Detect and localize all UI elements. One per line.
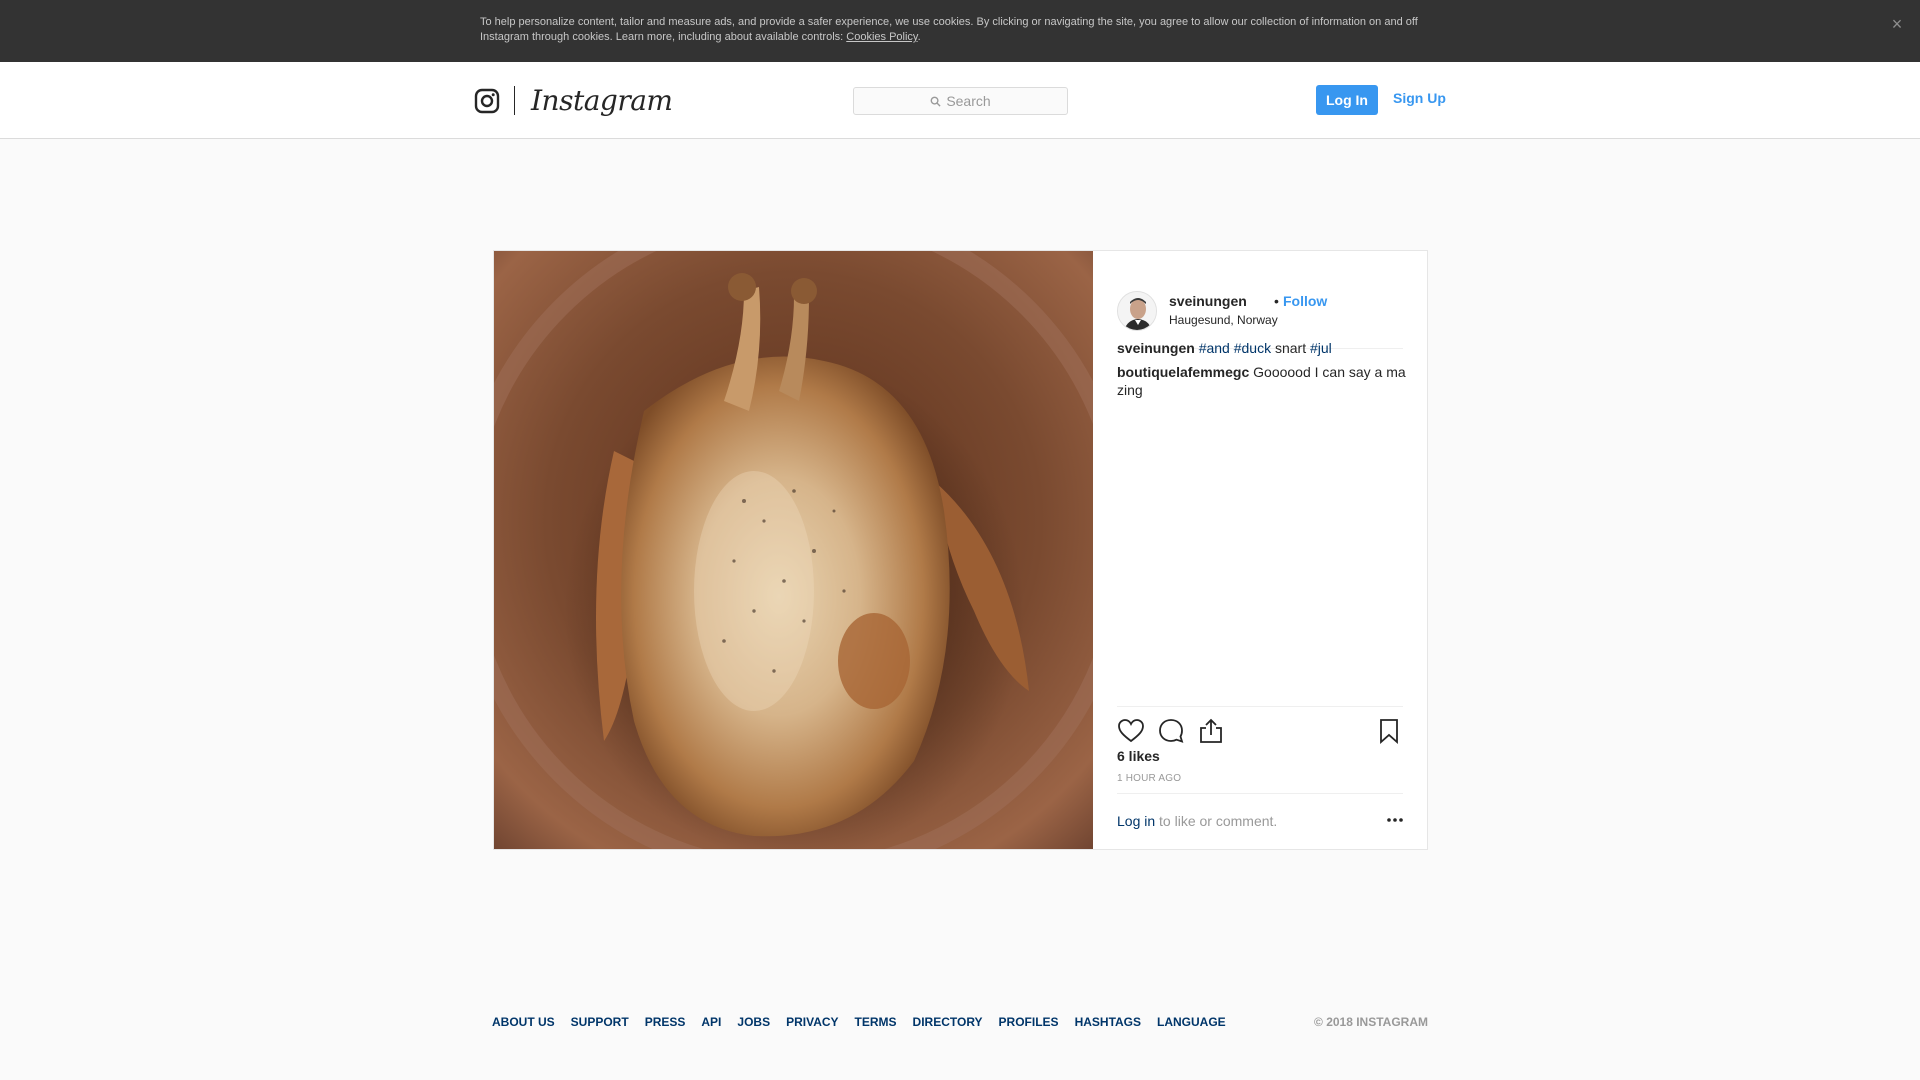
bookmark-icon[interactable]: [1375, 717, 1403, 745]
caption-author[interactable]: sveinungen: [1117, 340, 1195, 356]
cookie-text: To help personalize content, tailor and …: [480, 15, 1430, 45]
caption-text: snart: [1274, 340, 1307, 356]
footer-link-hashtags[interactable]: HASHTAGS: [1075, 1014, 1141, 1030]
hashtag-link[interactable]: #jul: [1310, 340, 1332, 356]
close-icon[interactable]: ×: [1886, 13, 1908, 35]
post-timestamp: 1 HOUR AGO: [1117, 773, 1182, 784]
logo-divider: [514, 86, 515, 115]
separator-dot: •: [1274, 293, 1279, 309]
footer-link-support[interactable]: SUPPORT: [571, 1014, 629, 1030]
share-icon[interactable]: [1197, 717, 1225, 745]
post-location[interactable]: Haugesund, Norway: [1169, 312, 1278, 328]
footer-link-about[interactable]: ABOUT US: [492, 1014, 555, 1030]
login-link[interactable]: Log in: [1117, 813, 1155, 829]
footer-link-profiles[interactable]: PROFILES: [999, 1014, 1059, 1030]
instagram-wordmark[interactable]: Instagram: [531, 82, 673, 120]
footer-nav: ABOUT US SUPPORT PRESS API JOBS PRIVACY …: [492, 1014, 1226, 1030]
comment-item: boutiquelafemmegc Goooood I can say a ma…: [1117, 363, 1407, 399]
login-prompt-text: Log in to like or comment.: [1117, 812, 1277, 830]
top-navigation: Instagram Search Log In Sign Up: [0, 62, 1920, 139]
hashtag-link[interactable]: #and: [1199, 340, 1230, 356]
comment-icon[interactable]: [1157, 717, 1185, 745]
avatar[interactable]: [1117, 291, 1157, 331]
search-icon: [930, 96, 941, 107]
hashtag-link[interactable]: #duck: [1234, 340, 1271, 356]
footer-link-api[interactable]: API: [701, 1014, 721, 1030]
post-header: sveinungen • Follow Haugesund, Norway: [1117, 271, 1403, 349]
cookie-banner: To help personalize content, tailor and …: [0, 0, 1920, 62]
post-sidebar: sveinungen • Follow Haugesund, Norway sv…: [1093, 251, 1427, 849]
post-photo[interactable]: [494, 251, 1093, 849]
footer-link-terms[interactable]: TERMS: [855, 1014, 897, 1030]
avatar-portrait: [1118, 292, 1156, 330]
footer-link-directory[interactable]: DIRECTORY: [913, 1014, 983, 1030]
login-prompt-suffix: to like or comment.: [1155, 813, 1278, 829]
follow-button[interactable]: Follow: [1283, 292, 1327, 310]
post-author[interactable]: sveinungen: [1169, 292, 1247, 310]
cookie-message: To help personalize content, tailor and …: [480, 16, 1418, 43]
heart-icon[interactable]: [1117, 717, 1145, 745]
footer-link-privacy[interactable]: PRIVACY: [786, 1014, 838, 1030]
comment-prompt: Log in to like or comment.: [1117, 793, 1403, 849]
footer-link-jobs[interactable]: JOBS: [737, 1014, 770, 1030]
copyright: © 2018 INSTAGRAM: [1314, 1015, 1428, 1029]
like-count[interactable]: 6 likes: [1117, 747, 1160, 765]
action-bar: 6 likes 1 HOUR AGO: [1117, 706, 1403, 786]
login-button[interactable]: Log In: [1316, 85, 1378, 115]
cookie-suffix: .: [917, 31, 921, 43]
comment-author[interactable]: boutiquelafemmegc: [1117, 364, 1249, 380]
cookies-policy-link[interactable]: Cookies Policy: [846, 31, 917, 43]
post-card: sveinungen • Follow Haugesund, Norway sv…: [493, 250, 1428, 850]
instagram-glyph-icon[interactable]: [474, 88, 500, 114]
search-placeholder: Search: [946, 93, 991, 109]
caption: sveinungen #and #duck snart #jul: [1117, 339, 1407, 357]
footer-link-language[interactable]: LANGUAGE: [1157, 1014, 1226, 1030]
footer-link-press[interactable]: PRESS: [645, 1014, 686, 1030]
ellipsis-icon: [1387, 818, 1403, 822]
comments-list: sveinungen #and #duck snart #jul boutiqu…: [1117, 339, 1407, 405]
more-options-icon[interactable]: [1385, 810, 1405, 830]
roast-duck-image: [494, 251, 1093, 849]
footer: ABOUT US SUPPORT PRESS API JOBS PRIVACY …: [492, 1014, 1428, 1030]
search-input[interactable]: Search: [853, 87, 1068, 115]
signup-link[interactable]: Sign Up: [1393, 89, 1446, 107]
